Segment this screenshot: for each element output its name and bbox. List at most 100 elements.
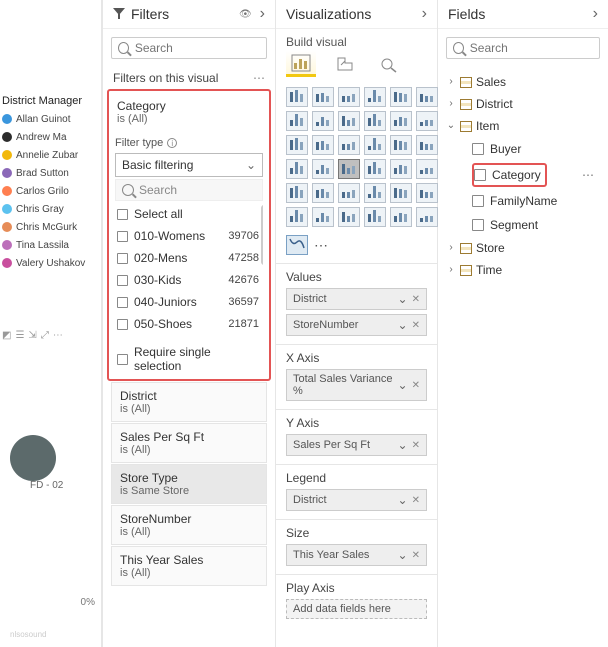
checkbox[interactable]: [472, 219, 484, 231]
visual-toolbar[interactable]: ◩☰⇲⤢⋯: [2, 330, 63, 341]
legend-item[interactable]: Allan Guinot: [2, 111, 99, 129]
viz-type-cell[interactable]: [312, 111, 334, 131]
viz-type-cell[interactable]: [364, 159, 386, 179]
filter-card[interactable]: Sales Per Sq Ftis (All): [111, 423, 267, 463]
info-icon[interactable]: i: [167, 138, 177, 148]
viz-type-cell[interactable]: [286, 159, 308, 179]
table-row[interactable]: ›Sales: [444, 71, 602, 93]
filter-option[interactable]: 040-Juniors36597: [115, 291, 263, 313]
field-well-item[interactable]: StoreNumber✕: [286, 314, 427, 336]
fields-search-input[interactable]: [470, 41, 593, 55]
filter-option[interactable]: 020-Mens47258: [115, 247, 263, 269]
table-row[interactable]: ⌄Item: [444, 115, 602, 137]
field-well-item[interactable]: District✕: [286, 489, 427, 511]
filters-search-input[interactable]: [135, 41, 260, 55]
legend-item[interactable]: Chris McGurk: [2, 219, 99, 237]
field-item[interactable]: Segment: [444, 213, 602, 237]
legend-item[interactable]: Andrew Ma: [2, 129, 99, 147]
checkbox[interactable]: [117, 275, 128, 286]
viz-type-cell[interactable]: [390, 87, 412, 107]
chevron-right-icon[interactable]: ›: [446, 73, 456, 91]
remove-icon[interactable]: ✕: [412, 440, 420, 451]
checkbox[interactable]: [117, 297, 128, 308]
collapse-icon[interactable]: [422, 6, 427, 22]
checkbox[interactable]: [117, 231, 128, 242]
checkbox[interactable]: [472, 195, 484, 207]
viz-type-cell[interactable]: [364, 111, 386, 131]
remove-icon[interactable]: ✕: [412, 380, 420, 391]
legend-item[interactable]: Chris Gray: [2, 201, 99, 219]
table-row[interactable]: ›Store: [444, 237, 602, 259]
field-item[interactable]: Category⋯: [444, 161, 602, 189]
viz-type-cell[interactable]: [338, 135, 360, 155]
viz-type-cell[interactable]: [286, 135, 308, 155]
viz-type-cell[interactable]: [312, 207, 334, 227]
viz-type-cell[interactable]: [390, 207, 412, 227]
field-well-item[interactable]: District✕: [286, 288, 427, 310]
viz-more-icon[interactable]: ⋯: [314, 237, 330, 254]
checkbox[interactable]: [117, 253, 128, 264]
filter-option[interactable]: Select all: [115, 203, 263, 225]
field-well-item[interactable]: Total Sales Variance %✕: [286, 369, 427, 401]
chevron-right-icon[interactable]: ›: [446, 239, 456, 257]
checkbox[interactable]: [474, 169, 486, 181]
viz-type-cell[interactable]: [338, 87, 360, 107]
legend-item[interactable]: Valery Ushakov: [2, 255, 99, 273]
viz-type-cell[interactable]: [416, 111, 438, 131]
viz-type-cell[interactable]: [390, 159, 412, 179]
field-item[interactable]: Buyer: [444, 137, 602, 161]
show-hide-icon[interactable]: [239, 6, 252, 22]
field-item[interactable]: FamilyName: [444, 189, 602, 213]
legend-item[interactable]: Tina Lassila: [2, 237, 99, 255]
viz-type-cell[interactable]: [416, 159, 438, 179]
remove-icon[interactable]: ✕: [412, 550, 420, 561]
viz-type-extra[interactable]: [286, 235, 308, 255]
remove-icon[interactable]: ✕: [412, 495, 420, 506]
chevron-right-icon[interactable]: ›: [446, 261, 456, 279]
checkbox[interactable]: [117, 319, 128, 330]
filter-option[interactable]: 050-Shoes21871: [115, 313, 263, 335]
legend-item[interactable]: Carlos Grilo: [2, 183, 99, 201]
filter-type-dropdown[interactable]: Basic filtering: [115, 153, 263, 177]
collapse-icon[interactable]: [593, 6, 598, 22]
viz-type-cell[interactable]: [364, 135, 386, 155]
checkbox[interactable]: [117, 354, 128, 365]
viz-type-cell[interactable]: [416, 207, 438, 227]
viz-type-cell[interactable]: [364, 183, 386, 203]
viz-type-cell[interactable]: [416, 183, 438, 203]
viz-type-cell[interactable]: [312, 135, 334, 155]
field-well-item[interactable]: Sales Per Sq Ft✕: [286, 434, 427, 456]
field-well-item[interactable]: This Year Sales✕: [286, 544, 427, 566]
viz-type-cell[interactable]: [338, 207, 360, 227]
viz-type-cell[interactable]: [364, 207, 386, 227]
viz-type-cell[interactable]: [416, 135, 438, 155]
remove-icon[interactable]: ✕: [412, 320, 420, 331]
remove-icon[interactable]: ✕: [412, 294, 420, 305]
viz-type-cell[interactable]: [312, 183, 334, 203]
viz-type-cell[interactable]: [286, 111, 308, 131]
build-tab-fields[interactable]: [286, 51, 316, 77]
checkbox[interactable]: [117, 209, 128, 220]
require-single-selection[interactable]: Require single selection: [115, 343, 263, 373]
viz-type-cell[interactable]: [338, 183, 360, 203]
viz-type-cell[interactable]: [286, 183, 308, 203]
field-more-icon[interactable]: ⋯: [582, 165, 600, 185]
legend-item[interactable]: Annelie Zubar: [2, 147, 99, 165]
table-row[interactable]: ›Time: [444, 259, 602, 281]
table-row[interactable]: ›District: [444, 93, 602, 115]
viz-type-cell[interactable]: [286, 207, 308, 227]
fields-search[interactable]: [446, 37, 600, 59]
filter-card[interactable]: This Year Salesis (All): [111, 546, 267, 586]
viz-type-cell[interactable]: [286, 87, 308, 107]
viz-type-cell[interactable]: [390, 111, 412, 131]
viz-type-cell[interactable]: [390, 135, 412, 155]
viz-type-cell[interactable]: [364, 87, 386, 107]
scrollbar[interactable]: [261, 205, 263, 265]
filter-option[interactable]: 010-Womens39706: [115, 225, 263, 247]
viz-type-cell[interactable]: [338, 111, 360, 131]
legend-item[interactable]: Brad Sutton: [2, 165, 99, 183]
filter-card[interactable]: StoreNumberis (All): [111, 505, 267, 545]
chevron-right-icon[interactable]: ›: [446, 95, 456, 113]
collapse-icon[interactable]: [260, 6, 265, 22]
viz-type-cell[interactable]: [312, 87, 334, 107]
